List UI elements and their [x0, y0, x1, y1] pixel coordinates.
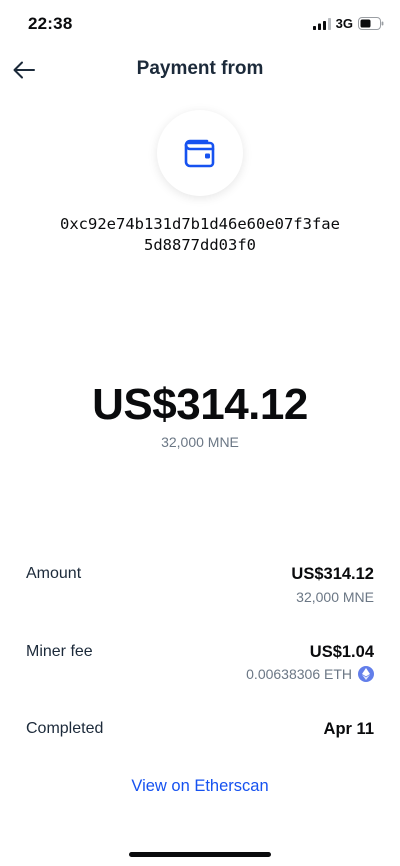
view-on-etherscan-link[interactable]: View on Etherscan [0, 777, 400, 796]
battery-icon [358, 17, 384, 30]
hero-amount: US$314.12 [92, 380, 308, 429]
status-time: 22:38 [28, 14, 73, 33]
completed-date: Apr 11 [323, 720, 374, 738]
amount-value: US$314.12 [291, 565, 374, 583]
status-bar: 22:38 3G [0, 0, 400, 48]
wallet-icon [184, 139, 215, 168]
status-icons: 3G [312, 16, 384, 31]
miner-fee-sub: 0.00638306 ETH [246, 666, 374, 682]
miner-fee-value: US$1.04 [309, 643, 374, 661]
home-indicator [129, 852, 271, 857]
ethereum-icon [358, 666, 374, 682]
amount-sub: 32,000 MNE [296, 589, 374, 605]
amount-label: Amount [26, 565, 82, 582]
header: Payment from [0, 48, 400, 92]
sender-avatar [157, 110, 243, 196]
address-line-2: 5d8877dd03f0 [144, 236, 256, 254]
page-title: Payment from [136, 58, 264, 79]
completed-label: Completed [26, 720, 104, 737]
miner-fee-crypto: 0.00638306 ETH [246, 666, 352, 682]
hero-crypto-amount: 32,000 MNE [161, 434, 239, 450]
miner-fee-label: Miner fee [26, 643, 93, 660]
signal-icon [312, 17, 331, 30]
network-label: 3G [335, 16, 353, 31]
sender-address: 0xc92e74b131d7b1d46e60e07f3fae 5d8877dd0… [20, 214, 380, 256]
address-line-1: 0xc92e74b131d7b1d46e60e07f3fae [60, 215, 340, 233]
amount-crypto: 32,000 MNE [296, 589, 374, 605]
